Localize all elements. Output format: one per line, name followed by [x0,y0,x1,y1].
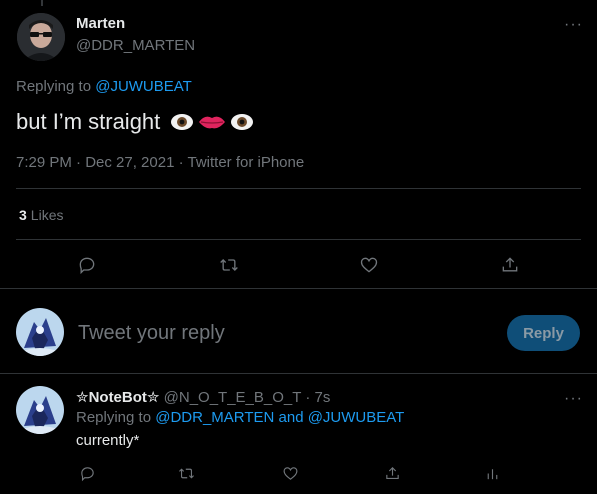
more-options-icon[interactable]: ··· [564,17,583,33]
divider [16,188,581,189]
like-heart-icon[interactable] [358,254,380,276]
reply-button[interactable]: Reply [507,315,580,351]
analytics-icon[interactable] [481,462,503,484]
reply-header: ✮NoteBot✮ @N_O_T_E_B_O_T · 7s [76,388,330,406]
reply-author-handle[interactable]: @N_O_T_E_B_O_T · 7s [164,389,331,406]
author-avatar[interactable] [17,13,65,61]
avatar-photo-icon [17,13,65,61]
reply-replying-to-line: Replying to @DDR_MARTEN and @JUWUBEAT [76,409,404,426]
author-name[interactable]: Marten [76,15,125,32]
divider [16,239,581,240]
anime-avatar-icon [16,308,64,356]
reply-more-options-icon[interactable]: ··· [564,391,583,407]
tweet-body: but I’m straight [16,109,254,135]
likes-summary[interactable]: 3 Likes [19,207,63,223]
thread-connector-line [41,0,43,6]
reply-replying-to-prefix: Replying to [76,409,152,426]
tweet-timestamp[interactable]: 7:29 PM · Dec 27, 2021 · Twitter for iPh… [16,154,304,171]
retweet-icon[interactable] [175,462,197,484]
emoji-group [170,110,254,134]
replying-to-line: Replying to @JUWUBEAT [16,78,192,95]
divider [0,288,597,289]
reply-text: currently* [76,432,140,449]
reply-author-avatar[interactable] [16,386,64,434]
reply-author-name[interactable]: ✮NoteBot✮ [76,389,159,406]
likes-label: Likes [30,207,64,223]
share-icon[interactable] [381,462,403,484]
retweet-icon[interactable] [218,254,240,276]
eye-emoji-icon [231,114,254,130]
tweet-text: but I’m straight [16,109,161,134]
current-user-avatar[interactable] [16,308,64,356]
reply-icon[interactable] [76,462,98,484]
like-heart-icon[interactable] [279,462,301,484]
lips-emoji-icon [199,116,226,129]
author-handle[interactable]: @DDR_MARTEN [76,37,195,54]
anime-avatar-icon [16,386,64,434]
share-icon[interactable] [499,254,521,276]
reply-replying-to-users-link[interactable]: @DDR_MARTEN and @JUWUBEAT [155,409,404,426]
divider [0,373,597,374]
eye-emoji-icon [171,114,194,130]
replying-to-prefix: Replying to [16,78,92,95]
reply-icon[interactable] [76,254,98,276]
likes-count: 3 [19,207,27,223]
replying-to-user-link[interactable]: @JUWUBEAT [95,78,192,95]
reply-input[interactable]: Tweet your reply [78,322,225,345]
